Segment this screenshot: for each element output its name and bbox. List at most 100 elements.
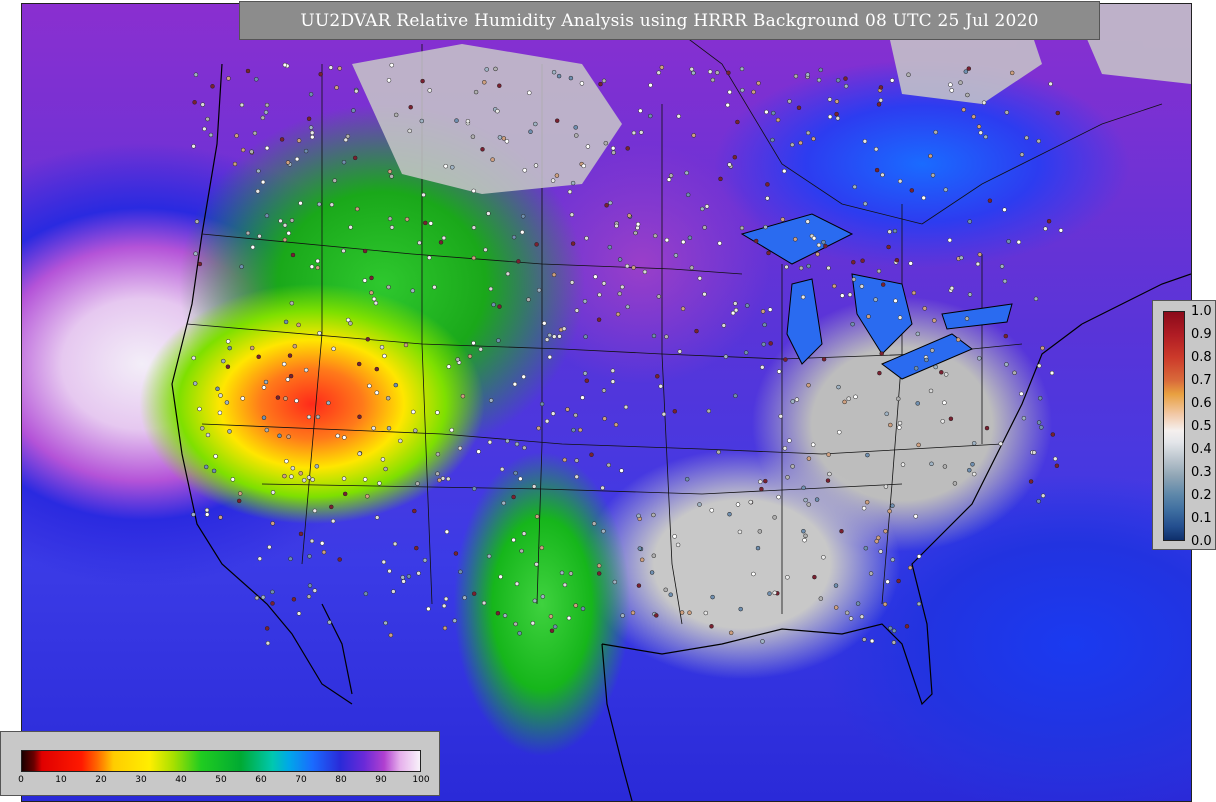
- station-marker: [607, 244, 613, 250]
- station-marker: [374, 390, 380, 395]
- station-marker: [585, 144, 591, 149]
- station-marker: [680, 306, 686, 311]
- station-marker: [715, 70, 720, 75]
- station-marker: [471, 340, 476, 346]
- station-marker: [897, 178, 903, 184]
- station-marker: [288, 373, 294, 379]
- station-marker: [602, 416, 607, 421]
- cb-bottom-label: 90: [375, 775, 387, 785]
- station-marker: [760, 639, 765, 644]
- station-marker: [892, 228, 898, 234]
- station-marker: [362, 278, 368, 283]
- station-marker: [539, 401, 545, 407]
- station-marker: [721, 323, 727, 328]
- station-marker: [1037, 363, 1042, 369]
- station-marker: [467, 354, 473, 359]
- station-marker: [517, 631, 522, 636]
- station-marker: [782, 168, 787, 174]
- station-marker: [388, 632, 394, 638]
- station-marker: [377, 481, 382, 486]
- station-marker: [751, 89, 756, 95]
- station-marker: [256, 168, 261, 174]
- station-marker: [654, 613, 659, 618]
- station-marker: [758, 479, 763, 484]
- station-marker: [303, 367, 309, 373]
- station-marker: [486, 553, 492, 559]
- station-marker: [208, 132, 214, 138]
- station-marker: [426, 606, 431, 612]
- station-marker: [298, 531, 304, 537]
- station-marker: [663, 587, 668, 593]
- cb-right-label: 0.1: [1191, 511, 1212, 526]
- station-marker: [971, 114, 976, 119]
- station-marker: [501, 500, 506, 506]
- station-marker: [894, 257, 900, 263]
- station-marker: [191, 355, 196, 361]
- station-marker: [1036, 499, 1041, 504]
- station-marker: [728, 630, 734, 636]
- station-marker: [453, 551, 459, 556]
- station-marker: [943, 187, 948, 192]
- station-marker: [689, 265, 695, 270]
- station-marker: [760, 365, 765, 370]
- station-marker: [210, 84, 215, 89]
- station-marker: [1053, 456, 1058, 462]
- station-marker: [790, 464, 795, 469]
- station-marker: [544, 337, 550, 342]
- station-marker: [386, 425, 392, 431]
- station-marker: [473, 89, 479, 95]
- station-marker: [770, 137, 775, 143]
- station-marker: [495, 108, 500, 114]
- station-marker: [766, 250, 771, 256]
- station-marker: [309, 130, 315, 136]
- station-marker: [1009, 70, 1015, 76]
- station-marker: [702, 291, 707, 297]
- station-marker: [893, 298, 898, 304]
- station-marker: [815, 251, 820, 257]
- station-marker: [226, 76, 231, 81]
- station-marker: [940, 419, 945, 424]
- station-marker: [427, 88, 432, 93]
- station-marker: [697, 502, 702, 507]
- station-marker: [296, 611, 302, 616]
- station-marker: [998, 441, 1003, 446]
- station-marker: [948, 416, 954, 422]
- station-marker: [672, 409, 678, 414]
- station-marker: [700, 206, 705, 212]
- station-marker: [331, 346, 336, 352]
- station-marker: [438, 240, 444, 245]
- station-marker: [549, 628, 555, 634]
- station-marker: [659, 65, 665, 70]
- station-marker: [458, 569, 463, 575]
- station-marker: [970, 462, 975, 467]
- station-marker: [814, 497, 820, 502]
- station-marker: [490, 157, 495, 162]
- station-marker: [570, 180, 576, 186]
- station-marker: [343, 137, 349, 143]
- station-marker: [767, 591, 772, 596]
- station-marker: [224, 400, 230, 405]
- cb-bottom-label: 80: [335, 775, 347, 785]
- station-marker: [672, 534, 677, 539]
- station-marker: [191, 512, 196, 517]
- station-marker: [793, 237, 798, 242]
- station-marker: [319, 541, 325, 546]
- station-marker: [961, 107, 966, 112]
- station-marker: [664, 237, 670, 243]
- station-marker: [441, 603, 447, 609]
- station-marker: [906, 72, 911, 77]
- station-marker: [539, 545, 545, 551]
- station-marker: [1002, 278, 1008, 284]
- station-marker: [681, 239, 686, 245]
- station-marker: [753, 238, 759, 244]
- station-marker: [984, 425, 990, 431]
- station-marker: [441, 235, 447, 241]
- station-marker: [374, 515, 380, 520]
- station-marker: [771, 110, 776, 116]
- station-marker: [601, 528, 606, 534]
- station-marker: [803, 497, 808, 503]
- station-marker: [610, 145, 616, 151]
- station-marker: [483, 247, 488, 253]
- station-marker: [385, 395, 391, 401]
- station-marker: [702, 225, 707, 230]
